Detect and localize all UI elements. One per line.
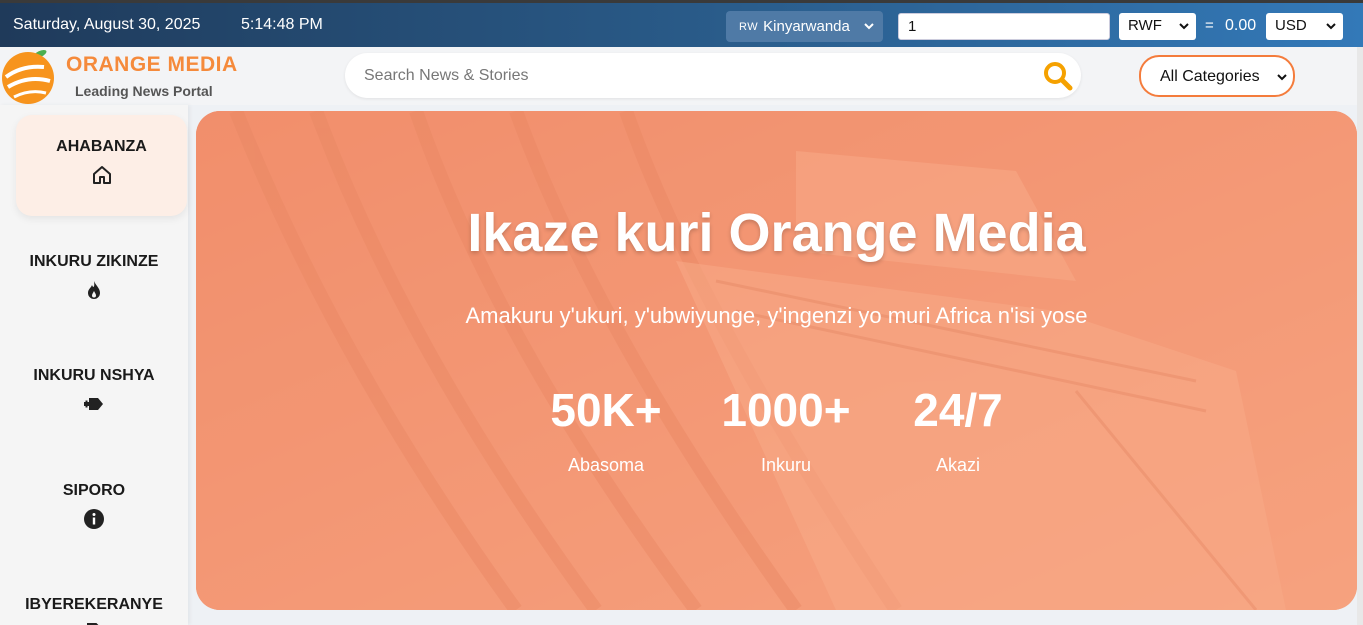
sidebar-item-label: IBYEREKERANYE bbox=[25, 596, 163, 613]
home-icon bbox=[92, 166, 111, 184]
language-label: Kinyarwanda bbox=[763, 18, 850, 35]
stat-stories: 1000+ Inkuru bbox=[711, 383, 861, 476]
hero-subtitle: Amakuru y'ukuri, y'ubwiyunge, y'ingenzi … bbox=[465, 303, 1088, 328]
brand-tagline: Leading News Portal bbox=[75, 83, 213, 99]
search-placeholder: Search News & Stories bbox=[364, 67, 529, 84]
hero-title: Ikaze kuri Orange Media bbox=[467, 203, 1086, 263]
top-bar: Saturday, August 30, 2025 5:14:48 PM RW … bbox=[0, 0, 1363, 47]
chevron-down-icon bbox=[864, 23, 874, 30]
stat-value: 24/7 bbox=[913, 384, 1003, 436]
equals-sign: = bbox=[1205, 17, 1214, 34]
stat-availability: 24/7 Akazi bbox=[893, 383, 1023, 476]
info-icon bbox=[84, 509, 104, 529]
chevron-down-icon bbox=[1179, 23, 1189, 30]
sidebar-item-ahabanza[interactable]: AHABANZA bbox=[16, 115, 187, 216]
new-tag-icon bbox=[84, 398, 103, 410]
category-select[interactable]: All Categories bbox=[1139, 55, 1295, 97]
category-label: All Categories bbox=[1160, 68, 1260, 85]
hero-banner: Ikaze kuri Orange Media Amakuru y'ukuri,… bbox=[196, 111, 1357, 610]
orange-logo-icon[interactable] bbox=[0, 47, 60, 105]
sidebar-item-label: INKURU ZIKINZE bbox=[29, 253, 159, 270]
stat-label: Inkuru bbox=[760, 455, 812, 475]
sidebar-item-label: INKURU NSHYA bbox=[33, 367, 155, 384]
language-code: RW bbox=[739, 20, 759, 33]
fire-icon bbox=[88, 281, 100, 299]
chevron-down-icon bbox=[1326, 23, 1336, 30]
brand-name[interactable]: ORANGE MEDIA bbox=[66, 53, 238, 77]
current-date: Saturday, August 30, 2025 bbox=[13, 16, 201, 33]
chevron-down-icon bbox=[1277, 74, 1287, 81]
sidebar-item-label: AHABANZA bbox=[56, 138, 147, 155]
current-time: 5:14:48 PM bbox=[241, 16, 323, 33]
conversion-result: 0.00 bbox=[1225, 17, 1257, 34]
page-scrollbar[interactable] bbox=[1357, 47, 1363, 625]
to-currency-select[interactable]: USD bbox=[1266, 13, 1343, 40]
from-currency-label: RWF bbox=[1128, 17, 1162, 34]
from-currency-select[interactable]: RWF bbox=[1119, 13, 1196, 40]
sidebar-item-siporo[interactable]: SIPORO bbox=[0, 482, 188, 535]
amount-input[interactable]: 1 bbox=[898, 13, 1110, 40]
stat-value: 50K+ bbox=[550, 384, 662, 436]
site-header: ORANGE MEDIA Leading News Portal Search … bbox=[0, 47, 1357, 105]
search-icon[interactable] bbox=[1041, 59, 1075, 93]
stat-label: Abasoma bbox=[567, 455, 645, 475]
language-select[interactable]: RW Kinyarwanda bbox=[726, 11, 883, 42]
stat-label: Akazi bbox=[935, 455, 980, 475]
stat-readers: 50K+ Abasoma bbox=[536, 383, 676, 476]
stat-value: 1000+ bbox=[721, 384, 851, 436]
sidebar-item-inkuru-zikinze[interactable]: INKURU ZIKINZE bbox=[0, 253, 188, 306]
sidebar-item-inkuru-nshya[interactable]: INKURU NSHYA bbox=[0, 367, 188, 420]
sidebar-item-label: SIPORO bbox=[62, 482, 126, 499]
sidebar-nav: AHABANZA INKURU ZIKINZE INKURU NSHYA SIP… bbox=[0, 105, 188, 625]
search-input[interactable]: Search News & Stories bbox=[345, 53, 1081, 98]
to-currency-label: USD bbox=[1275, 17, 1307, 34]
sidebar-item-ibyerekeranye[interactable]: IBYEREKERANYE bbox=[0, 596, 188, 625]
hero-overlay bbox=[196, 111, 1357, 610]
